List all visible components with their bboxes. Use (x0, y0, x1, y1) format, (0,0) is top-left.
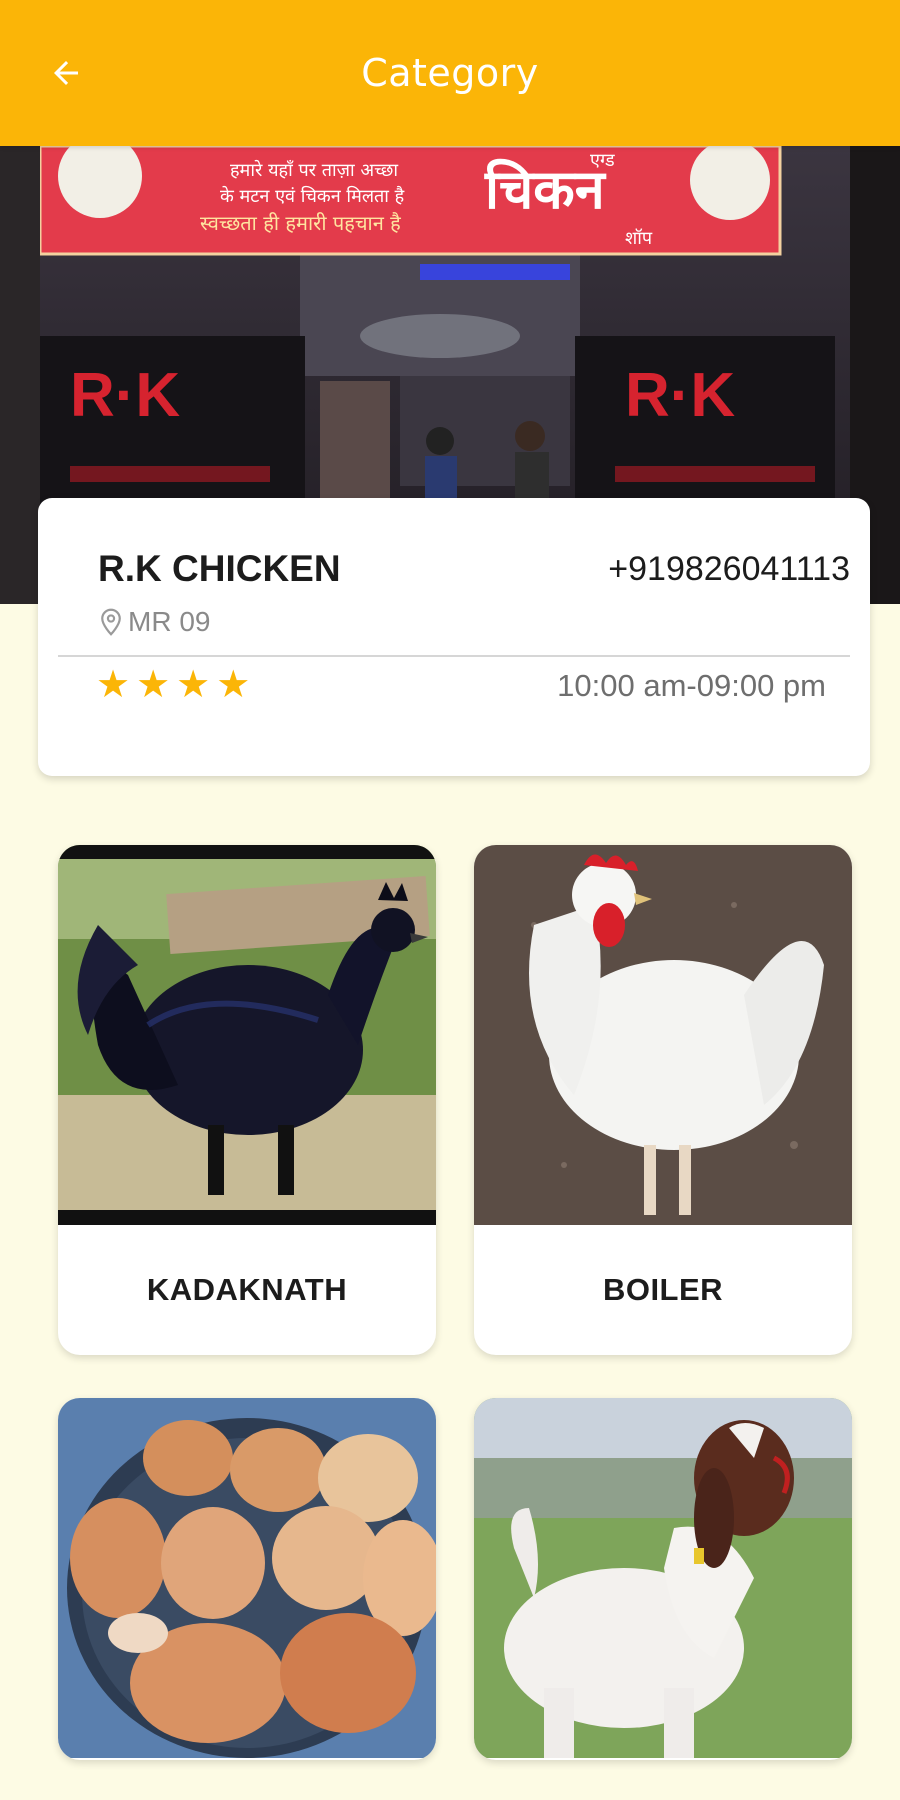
page-title: Category (361, 51, 539, 95)
category-image-boiler (474, 845, 852, 1225)
star-icon: ★ (176, 664, 211, 706)
sign-left: R·K (70, 361, 180, 430)
board-shop: शॉप (625, 228, 653, 249)
star-icon: ★ (216, 664, 251, 706)
app-bar: Category (0, 0, 900, 146)
board-line-2: के मटन एवं चिकन मिलता है (220, 185, 405, 207)
category-card-goat[interactable] (474, 1398, 852, 1760)
location-pin-icon (101, 608, 121, 636)
shop-name: R.K CHICKEN (98, 548, 341, 589)
board-line-3: स्वच्छता ही हमारी पहचान है (200, 211, 401, 235)
category-card-boiler[interactable]: BOILER (474, 845, 852, 1355)
category-label-boiler: BOILER (602, 1272, 724, 1307)
back-button[interactable] (44, 51, 88, 95)
board-main: चिकन (484, 158, 607, 221)
category-image-eggs (58, 1398, 436, 1758)
shop-phone[interactable]: +919826041113 (608, 550, 850, 589)
board-line-1: हमारे यहाँ पर ताज़ा अच्छा (230, 159, 398, 181)
shop-info-card: R.K CHICKEN +919826041113 MR 09 ★ ★ ★ ★ … (38, 498, 870, 776)
arrow-left-icon (54, 61, 78, 85)
star-icon: ★ (136, 664, 171, 706)
divider (58, 655, 850, 657)
category-card-kadaknath[interactable]: KADAKNATH (58, 845, 436, 1355)
star-icon: ★ (96, 664, 131, 706)
sign-right: R·K (625, 361, 735, 430)
rating-stars: ★ ★ ★ ★ (96, 666, 250, 704)
category-label-kadaknath: KADAKNATH (146, 1272, 348, 1307)
shop-location: MR 09 (100, 606, 210, 638)
category-card-eggs[interactable] (58, 1398, 436, 1760)
shop-location-text: MR 09 (128, 606, 211, 637)
category-image-kadaknath (58, 845, 436, 1225)
shop-hours: 10:00 am-09:00 pm (557, 668, 826, 703)
category-image-goat (474, 1398, 852, 1758)
